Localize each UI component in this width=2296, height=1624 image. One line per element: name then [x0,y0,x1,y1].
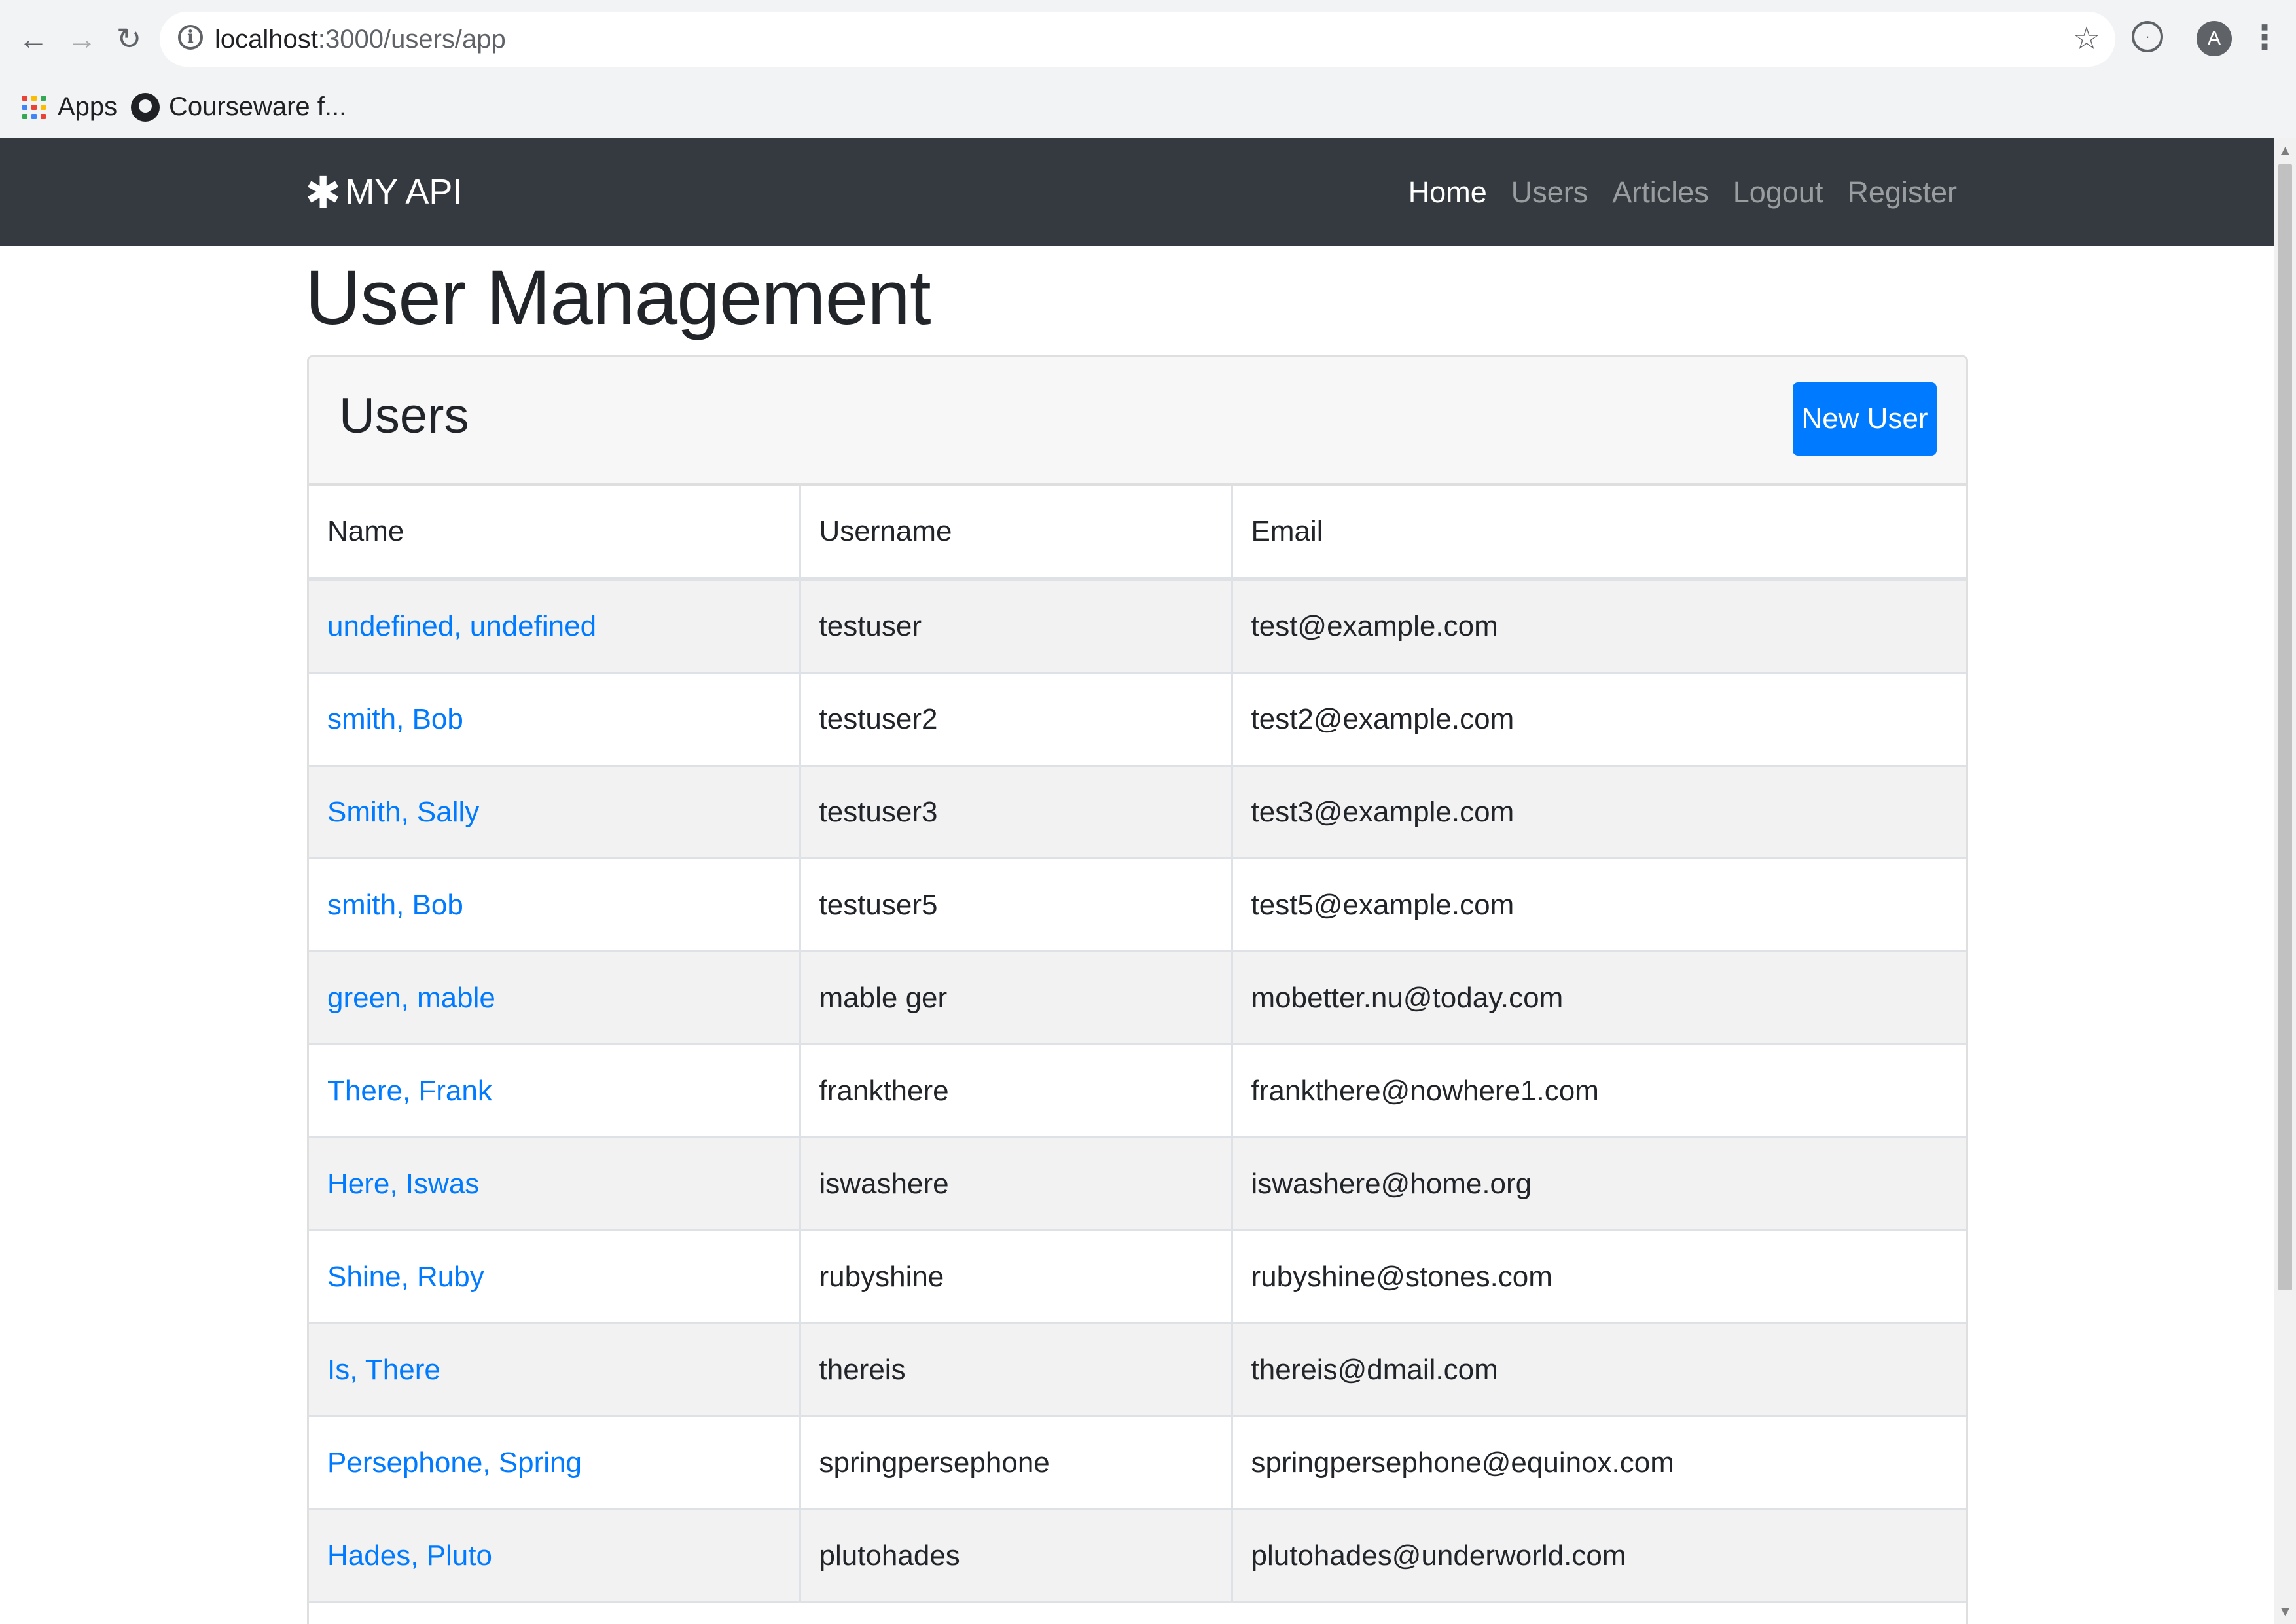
address-bar[interactable]: i localhost:3000/users/app ☆ [160,12,2115,67]
reload-icon[interactable]: ↻ [107,17,151,60]
browser-toolbar: ← → ↻ i localhost:3000/users/app ☆ · A ⋮ [0,0,2296,77]
table-row: smith, Bob testuser5 test5@example.com [309,857,1966,952]
extension-icon[interactable]: · [2132,21,2163,52]
nav-link-register[interactable]: Register [1847,175,1957,209]
table-row: Persephone, Spring springpersephone spri… [309,1415,1966,1510]
username-cell: testuser5 [798,857,1233,952]
user-name-link[interactable]: undefined, undefined [327,610,596,642]
email-cell: frankthere@nowhere1.com [1230,1043,1966,1138]
url-host: localhost [215,25,318,54]
user-name-link[interactable]: Smith, Sally [327,796,479,828]
email-cell: test5@example.com [1230,857,1966,952]
forward-arrow-icon[interactable]: → [60,17,103,60]
nav-link-home[interactable]: Home [1408,175,1487,209]
site-info-icon[interactable]: i [178,25,203,50]
name-cell: Is, There [309,1322,801,1417]
table-row: Is, There thereis thereis@dmail.com [309,1322,1966,1417]
nav-link-articles[interactable]: Articles [1612,175,1709,209]
username-cell: mable ger [798,950,1233,1045]
username-cell: rubyshine [798,1229,1233,1324]
name-cell: green, mable [309,950,801,1045]
bookmarks-bar: Apps Courseware f... [0,77,2296,138]
email-cell: thereis@dmail.com [1230,1322,1966,1417]
scroll-down-arrow-icon[interactable]: ▼ [2274,1602,2296,1621]
table-header-row: Name Username Email [309,486,1966,581]
email-cell: test@example.com [1230,577,1966,674]
column-header-username: Username [798,486,1233,581]
back-arrow-icon[interactable]: ← [12,17,55,60]
brand-label: MY API [345,172,463,211]
table-row: There, Frank frankthere frankthere@nowhe… [309,1043,1966,1138]
name-cell: undefined, undefined [309,577,801,674]
user-name-link[interactable]: Persephone, Spring [327,1447,582,1479]
email-cell: mobetter.nu@today.com [1230,950,1966,1045]
users-table: Name Username Email undefined, undefined… [309,486,1966,1603]
apps-grid-icon[interactable] [22,96,46,119]
card-title: Users [339,388,469,444]
column-header-name: Name [309,486,801,581]
name-cell: Shine, Ruby [309,1229,801,1324]
user-name-link[interactable]: green, mable [327,982,495,1014]
browser-chrome: ← → ↻ i localhost:3000/users/app ☆ · A ⋮… [0,0,2296,138]
username-cell: iswashere [798,1136,1233,1231]
name-cell: Persephone, Spring [309,1415,801,1510]
page-viewport: ✱ MY API Home Users Articles Logout Regis… [0,138,2274,1624]
username-cell: plutohades [798,1508,1233,1603]
scroll-up-arrow-icon[interactable]: ▲ [2274,141,2296,160]
user-name-link[interactable]: There, Frank [327,1075,492,1107]
username-cell: frankthere [798,1043,1233,1138]
top-navbar: ✱ MY API Home Users Articles Logout Regis… [0,138,2274,246]
users-card: Users New User Name Username Email undef… [307,355,1968,1624]
user-name-link[interactable]: Shine, Ruby [327,1261,484,1293]
asterisk-icon: ✱ [305,168,342,217]
card-header: Users New User [309,357,1966,486]
username-cell: testuser2 [798,672,1233,767]
navbar-links: Home Users Articles Logout Register [1408,164,1957,220]
table-row: undefined, undefined testuser test@examp… [309,577,1966,674]
table-row: Shine, Ruby rubyshine rubyshine@stones.c… [309,1229,1966,1324]
email-cell: test3@example.com [1230,765,1966,859]
nav-link-logout[interactable]: Logout [1733,175,1823,209]
page-title: User Management [305,255,931,341]
navbar-brand[interactable]: ✱ MY API [305,164,462,220]
name-cell: Hades, Pluto [309,1508,801,1603]
name-cell: There, Frank [309,1043,801,1138]
email-cell: iswashere@home.org [1230,1136,1966,1231]
user-name-link[interactable]: Here, Iswas [327,1168,479,1200]
username-cell: springpersephone [798,1415,1233,1510]
username-cell: thereis [798,1322,1233,1417]
user-name-link[interactable]: smith, Bob [327,889,463,921]
table-row: smith, Bob testuser2 test2@example.com [309,672,1966,767]
email-cell: rubyshine@stones.com [1230,1229,1966,1324]
new-user-button[interactable]: New User [1793,382,1937,456]
url-path: :3000/users/app [317,25,506,54]
table-row: Smith, Sally testuser3 test3@example.com [309,765,1966,859]
user-name-link[interactable]: Is, There [327,1354,440,1386]
email-cell: test2@example.com [1230,672,1966,767]
table-row: Hades, Pluto plutohades plutohades@under… [309,1508,1966,1603]
name-cell: smith, Bob [309,857,801,952]
bookmark-courseware[interactable]: Courseware f... [169,84,346,130]
scrollbar-thumb[interactable] [2278,164,2292,1290]
username-cell: testuser [798,577,1233,674]
username-cell: testuser3 [798,765,1233,859]
column-header-email: Email [1230,486,1966,581]
url-text[interactable]: localhost:3000/users/app [215,21,506,58]
vertical-scrollbar[interactable]: ▲ ▼ [2274,138,2296,1624]
name-cell: Smith, Sally [309,765,801,859]
email-cell: plutohades@underworld.com [1230,1508,1966,1603]
email-cell: springpersephone@equinox.com [1230,1415,1966,1510]
browser-menu-icon[interactable]: ⋮ [2245,16,2284,59]
user-name-link[interactable]: Hades, Pluto [327,1540,492,1572]
profile-avatar[interactable]: A [2197,21,2232,56]
user-name-link[interactable]: smith, Bob [327,703,463,735]
bookmark-star-icon[interactable]: ☆ [2067,20,2106,59]
name-cell: Here, Iswas [309,1136,801,1231]
table-row: Here, Iswas iswashere iswashere@home.org [309,1136,1966,1231]
nav-link-users[interactable]: Users [1511,175,1588,209]
name-cell: smith, Bob [309,672,801,767]
bookmark-apps[interactable]: Apps [58,84,117,130]
github-icon[interactable] [131,93,160,122]
table-row: green, mable mable ger mobetter.nu@today… [309,950,1966,1045]
